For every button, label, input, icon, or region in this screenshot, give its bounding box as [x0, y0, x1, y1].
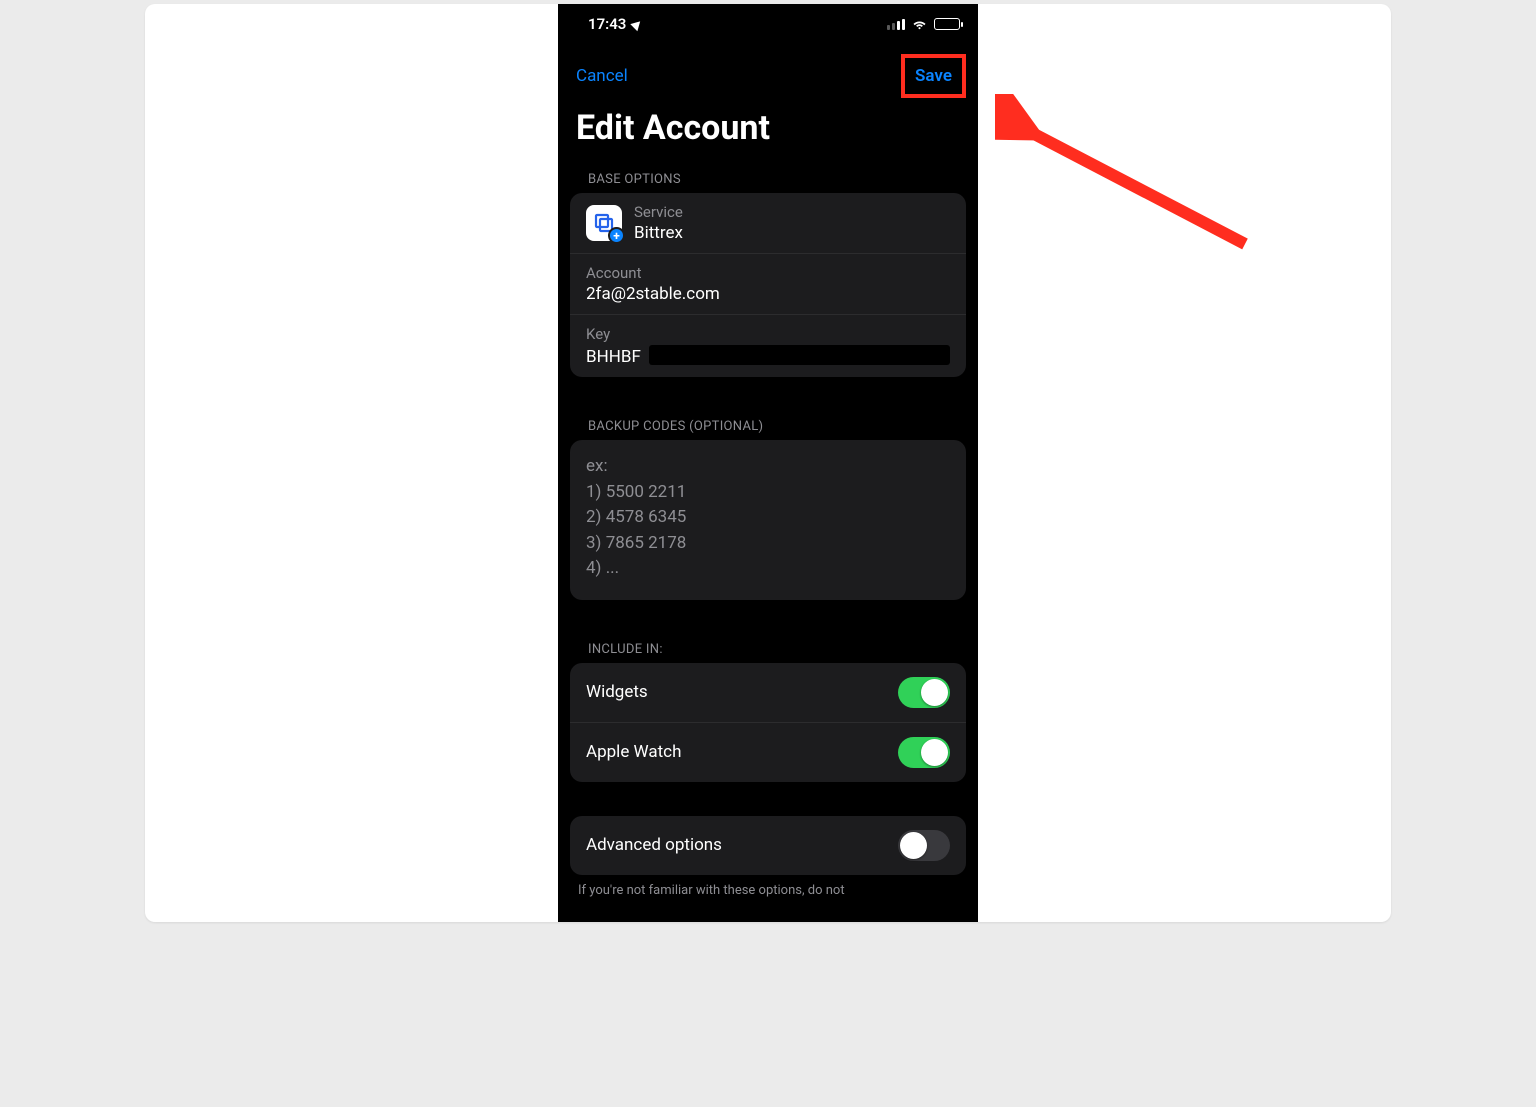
include-in-group: Widgets Apple Watch	[570, 663, 966, 782]
service-value: Bittrex	[634, 223, 683, 243]
account-label: Account	[586, 264, 950, 282]
cellular-icon	[887, 19, 905, 30]
base-options-group: + Service Bittrex Account 2fa@2stable.co…	[570, 193, 966, 377]
page-title: Edit Account	[558, 108, 978, 164]
backup-codes-textarea[interactable]: ex: 1) 5500 2211 2) 4578 6345 3) 7865 21…	[570, 440, 966, 600]
advanced-group: Advanced options	[570, 816, 966, 875]
phone-frame: 17:43 Cancel	[558, 4, 978, 922]
screenshot-card: 17:43 Cancel	[145, 4, 1391, 922]
advanced-label: Advanced options	[586, 835, 722, 855]
widgets-toggle[interactable]	[898, 677, 950, 708]
key-label: Key	[586, 325, 950, 343]
apple-watch-label: Apple Watch	[586, 742, 681, 762]
backup-codes-header: BACKUP CODES (OPTIONAL)	[558, 411, 978, 440]
location-icon	[631, 17, 644, 30]
advanced-toggle[interactable]	[898, 830, 950, 861]
status-bar: 17:43	[558, 4, 978, 40]
save-button[interactable]: Save	[915, 66, 952, 86]
widgets-row: Widgets	[570, 663, 966, 723]
account-value: 2fa@2stable.com	[586, 284, 950, 304]
base-options-header: BASE OPTIONS	[558, 164, 978, 193]
include-in-header: INCLUDE IN:	[558, 634, 978, 663]
cancel-button[interactable]: Cancel	[576, 66, 628, 86]
battery-icon	[934, 18, 960, 30]
plus-badge-icon: +	[608, 227, 625, 244]
service-row[interactable]: + Service Bittrex	[570, 193, 966, 254]
widgets-label: Widgets	[586, 682, 648, 702]
save-highlight-box: Save	[901, 54, 966, 98]
key-redacted-area	[649, 345, 950, 365]
status-time: 17:43	[588, 15, 626, 33]
key-row[interactable]: Key BHHBF	[570, 315, 966, 377]
annotation-arrow	[995, 94, 1255, 278]
advanced-footer-text: If you're not familiar with these option…	[558, 875, 978, 898]
service-icon: +	[586, 205, 622, 241]
service-label: Service	[634, 203, 683, 221]
apple-watch-toggle[interactable]	[898, 737, 950, 768]
wifi-icon	[911, 14, 928, 35]
apple-watch-row: Apple Watch	[570, 723, 966, 782]
nav-bar: Cancel Save	[558, 40, 978, 108]
key-value: BHHBF	[586, 347, 641, 367]
advanced-row: Advanced options	[570, 816, 966, 875]
account-row[interactable]: Account 2fa@2stable.com	[570, 254, 966, 315]
